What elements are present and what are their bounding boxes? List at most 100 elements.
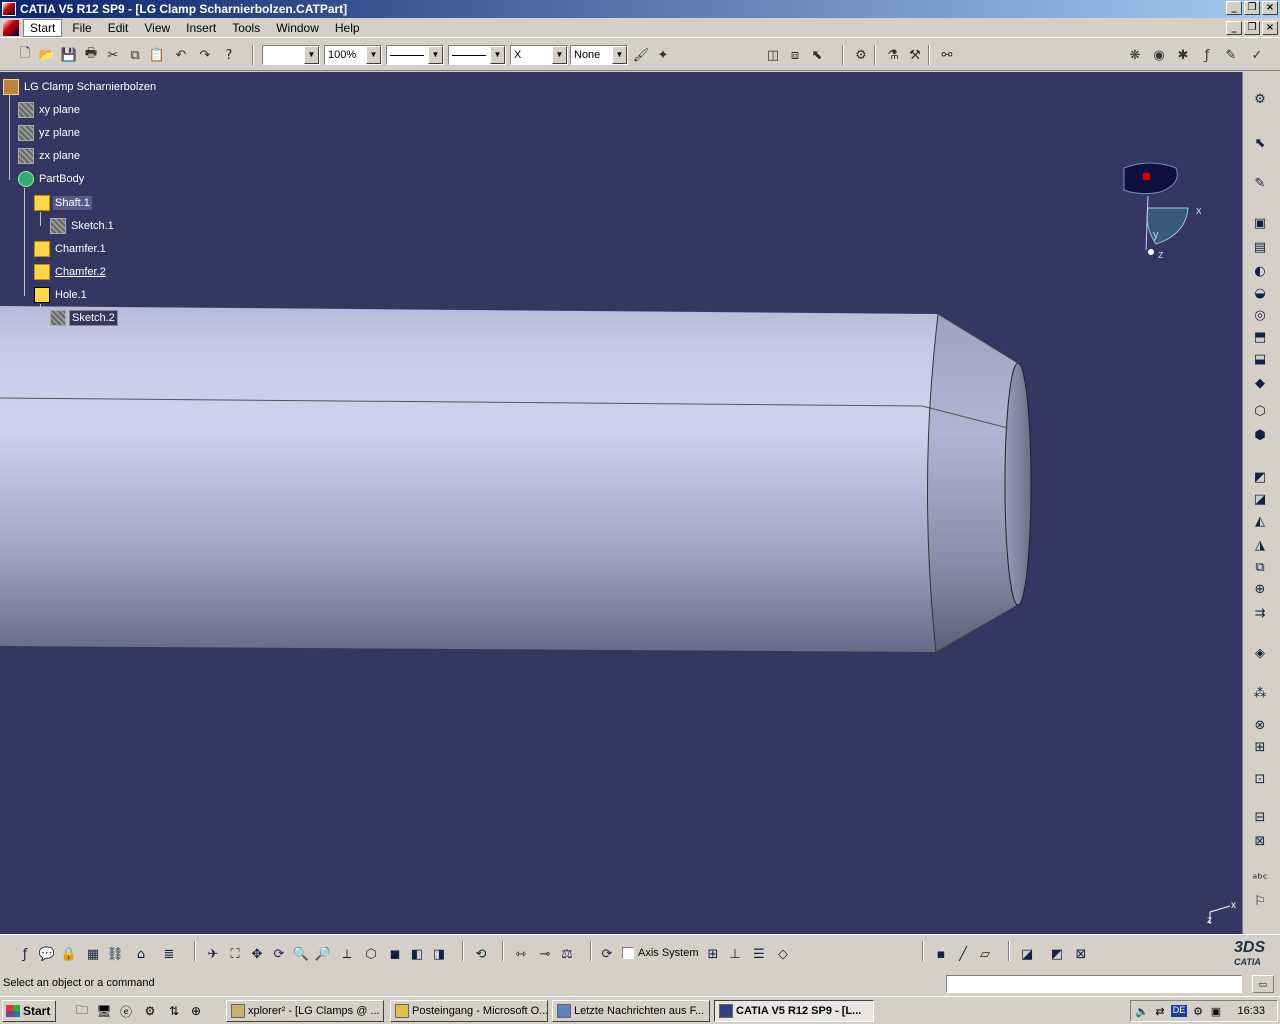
pocket-icon[interactable]: ▤ <box>1251 238 1269 256</box>
table-icon[interactable]: ▦ <box>84 945 102 963</box>
tree-item-yz-plane[interactable]: yz plane <box>18 124 82 142</box>
abc-text-icon[interactable]: ᵃᵇᶜ <box>1251 870 1269 888</box>
power-input-field[interactable] <box>946 975 1242 993</box>
tree-item-chamfer-1[interactable]: Chamfer.1 <box>34 240 108 258</box>
fill-color-select[interactable]: ▼ <box>262 45 320 65</box>
menu-help[interactable]: Help <box>329 19 366 37</box>
slot-icon[interactable]: ⬓ <box>1251 350 1269 368</box>
apply-material-icon[interactable]: ❋ <box>1126 46 1144 64</box>
save-icon[interactable]: 💾 <box>60 46 78 64</box>
tree-item-hole[interactable]: Hole.1 <box>34 286 89 304</box>
quicklaunch-desktop-icon[interactable]: 🖥 <box>96 1003 112 1019</box>
doc-restore-icon[interactable]: ❐ <box>1244 21 1260 35</box>
copy-icon[interactable]: ⧉ <box>126 46 144 64</box>
knowledge-icon[interactable]: ✱ <box>1174 46 1192 64</box>
paste-icon[interactable]: 📋 <box>148 46 166 64</box>
workbench-icon[interactable]: ⚙ <box>1251 90 1269 108</box>
measure-between-icon[interactable]: ⇿ <box>512 945 530 963</box>
text-icon[interactable]: ⊠ <box>1251 832 1269 850</box>
start-button[interactable]: Start <box>2 1000 56 1022</box>
network-icon[interactable]: ⇄ <box>1153 1004 1167 1018</box>
undo-icon[interactable]: ↶ <box>172 46 190 64</box>
measure-item-icon[interactable]: ⊸ <box>536 945 554 963</box>
quicklaunch-ie-icon[interactable]: ⓔ <box>118 1003 134 1019</box>
rules-icon[interactable]: ✎ <box>1222 46 1240 64</box>
close-icon[interactable]: × <box>1262 1 1278 15</box>
pattern-icon[interactable]: ⁂ <box>1251 684 1269 702</box>
rotate-icon[interactable]: ⟳ <box>270 945 288 963</box>
menu-file[interactable]: File <box>66 19 97 37</box>
menu-insert[interactable]: Insert <box>180 19 222 37</box>
3d-viewport[interactable]: x y z x z LG Clamp Scharnierbolzen xy pl… <box>0 72 1242 934</box>
tree-root[interactable]: LG Clamp Scharnierbolzen <box>3 78 158 96</box>
point-symbol-select[interactable]: X ▼ <box>510 45 568 65</box>
print-icon[interactable]: 🖶 <box>82 46 100 64</box>
menu-view[interactable]: View <box>138 19 176 37</box>
status-action-button[interactable]: ▭ <box>1252 975 1274 993</box>
tray-monitor-icon[interactable]: ▣ <box>1209 1004 1223 1018</box>
fit-all-icon[interactable]: ⛶ <box>226 945 244 963</box>
quicklaunch-explorer-icon[interactable]: 🗀 <box>74 1003 90 1019</box>
split-icon[interactable]: ⬡ <box>1251 402 1269 420</box>
menu-edit[interactable]: Edit <box>102 19 135 37</box>
check-icon[interactable]: ✓ <box>1248 46 1266 64</box>
chamfer-surface[interactable] <box>927 314 1018 652</box>
compass-widget[interactable] <box>1123 162 1189 255</box>
measure-icon[interactable]: ⚙ <box>852 46 870 64</box>
shading-icon[interactable]: ◼ <box>386 945 404 963</box>
shaft-cylinder[interactable] <box>0 306 938 652</box>
swap-space-icon[interactable]: ◨ <box>430 945 448 963</box>
formula-icon[interactable]: ƒ <box>16 945 34 963</box>
hide-show-icon[interactable]: ◧ <box>408 945 426 963</box>
minimize-icon[interactable]: _ <box>1226 1 1242 15</box>
update-icon[interactable]: ⟲ <box>472 945 490 963</box>
whats-this-icon[interactable]: ? <box>220 46 238 64</box>
pan-icon[interactable]: ✥ <box>248 945 266 963</box>
line-icon[interactable]: ╱ <box>954 945 972 963</box>
tree-item-chamfer-2[interactable]: Chamfer.2 <box>34 263 108 281</box>
doc-close-icon[interactable]: × <box>1262 21 1278 35</box>
plane-surface-icon[interactable]: ▱ <box>976 945 994 963</box>
new-icon[interactable]: 🗋 <box>16 46 34 64</box>
constraint-icon[interactable]: ⊡ <box>1251 770 1269 788</box>
line-thickness-select[interactable]: ▼ <box>386 45 444 65</box>
material-icon[interactable]: ◪ <box>1018 945 1036 963</box>
tree-item-sketch-1[interactable]: Sketch.1 <box>50 217 116 235</box>
axis-icon[interactable]: ⊥ <box>726 945 744 963</box>
draft-icon[interactable]: ◭ <box>1251 512 1269 530</box>
sketch-icon[interactable]: ✎ <box>1251 174 1269 192</box>
tree-item-sketch-2[interactable]: Sketch.2 <box>50 309 118 327</box>
macro-icon[interactable]: ⌂ <box>132 945 150 963</box>
axis-system-checkbox[interactable]: Axis System <box>622 947 699 959</box>
document-icon[interactable] <box>3 19 19 36</box>
transparency-select[interactable]: 100% ▼ <box>324 45 382 65</box>
select-arrow-icon[interactable]: ⬉ <box>1251 134 1269 152</box>
lock-icon[interactable]: 🔒 <box>60 945 78 963</box>
hole-tool-icon[interactable]: ◎ <box>1251 306 1269 324</box>
tray-app-icon[interactable]: ⚙ <box>1191 1004 1205 1018</box>
taskbar-button-xplorer[interactable]: xplorer² - [LG Clamps @ ... <box>226 1000 384 1022</box>
menu-tools[interactable]: Tools <box>226 19 266 37</box>
inertia-icon[interactable]: ⚖ <box>558 945 576 963</box>
loft-icon[interactable]: ◆ <box>1251 374 1269 392</box>
taskbar-button-outlook[interactable]: Posteingang - Microsoft O... <box>390 1000 548 1022</box>
groove-icon[interactable]: ◒ <box>1251 284 1269 302</box>
layer-select[interactable]: None ▼ <box>570 45 628 65</box>
quicklaunch-app-icon[interactable]: ⚙ <box>142 1003 158 1019</box>
line-type-select[interactable]: ▼ <box>448 45 506 65</box>
analysis-icon[interactable]: ⚗ <box>884 46 902 64</box>
taskbar-button-catia[interactable]: CATIA V5 R12 SP9 - [L... <box>714 1000 874 1022</box>
volume-icon[interactable]: 🔈 <box>1135 1004 1149 1018</box>
mirror-icon[interactable]: ◈ <box>1251 644 1269 662</box>
scene-icon[interactable]: ◩ <box>1048 945 1066 963</box>
normal-view-icon[interactable]: ⟂ <box>338 945 356 963</box>
redo-icon[interactable]: ↷ <box>196 46 214 64</box>
restore-icon[interactable]: ❐ <box>1244 1 1260 15</box>
zoom-out-icon[interactable]: 🔎 <box>314 945 332 963</box>
formula-icon[interactable]: ƒ <box>1198 46 1216 64</box>
catalog-browser-icon[interactable]: ⊠ <box>1072 945 1090 963</box>
shell-icon[interactable]: ◮ <box>1251 536 1269 554</box>
language-indicator[interactable]: DE <box>1171 1005 1187 1017</box>
doc-minimize-icon[interactable]: _ <box>1226 21 1242 35</box>
thread-icon[interactable]: ⊕ <box>1251 580 1269 598</box>
